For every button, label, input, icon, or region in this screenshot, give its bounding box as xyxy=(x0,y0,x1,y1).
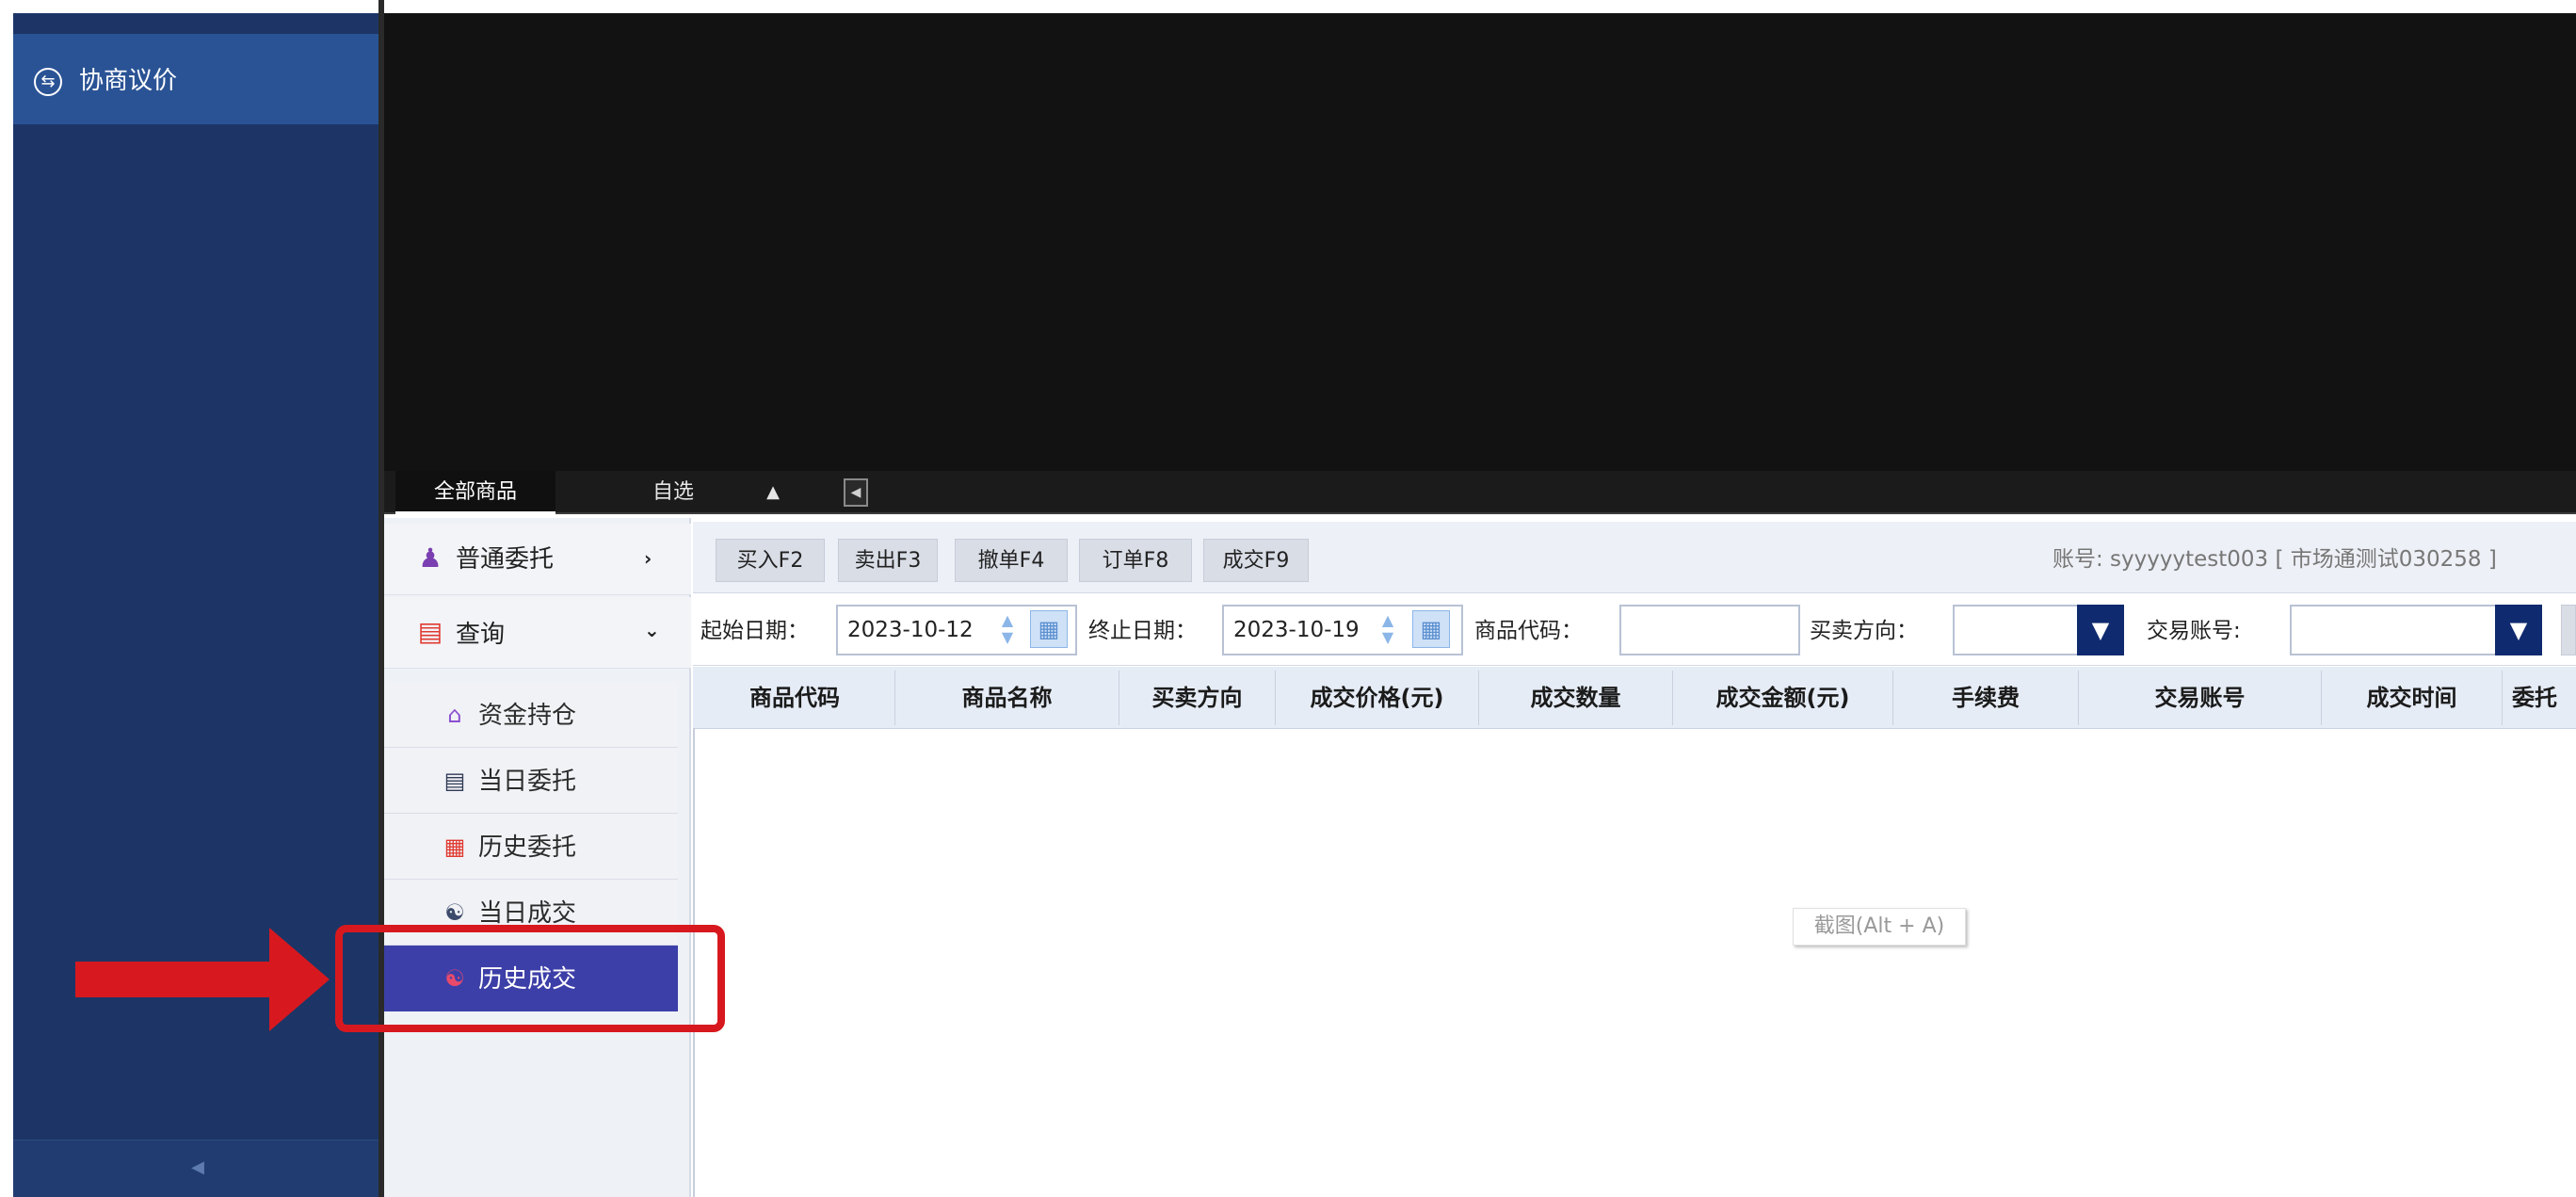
trade-account-select[interactable] xyxy=(2290,605,2499,655)
end-date-label: 终止日期： xyxy=(1088,619,1197,643)
spinner-icon[interactable]: ▲ ▼ xyxy=(1377,612,1399,646)
menu-item-label: 当日委托 xyxy=(478,768,577,796)
dropdown-arrow-icon[interactable]: ▼ xyxy=(2495,605,2542,655)
column-header[interactable]: 委托 xyxy=(2503,667,2576,729)
chevron-left-icon[interactable]: ◀ xyxy=(188,1157,207,1179)
trade-account-label: 交易账号: xyxy=(2147,619,2241,643)
spinner-icon[interactable]: ▲ ▼ xyxy=(996,612,1019,646)
deals-button[interactable]: 成交F9 xyxy=(1203,539,1309,582)
arrow-left-icon[interactable]: ◀ xyxy=(844,478,868,507)
document-icon: ▤ xyxy=(443,768,466,794)
menu-item-funds-position[interactable]: ⌂ 资金持仓 xyxy=(384,682,678,748)
quote-chart-area[interactable] xyxy=(384,13,2576,471)
product-code-input[interactable] xyxy=(1619,605,1800,655)
menu-item-label: 资金持仓 xyxy=(478,702,577,730)
nav-item-negotiation[interactable] xyxy=(13,34,378,124)
sell-button[interactable]: 卖出F3 xyxy=(838,539,938,582)
exchange-icon: ⇆ xyxy=(34,68,62,96)
menu-item-history-orders[interactable]: ▦ 历史委托 xyxy=(384,814,678,880)
column-header[interactable]: 商品代码 xyxy=(695,667,894,729)
column-header[interactable]: 成交数量 xyxy=(1479,667,1672,729)
column-header[interactable]: 交易账号 xyxy=(2079,667,2321,729)
direction-select[interactable] xyxy=(1953,605,2081,655)
calendar-icon[interactable]: ▦ xyxy=(1412,610,1450,648)
buy-button[interactable]: 买入F2 xyxy=(716,539,825,582)
direction-label: 买卖方向： xyxy=(1810,619,1918,643)
annotation-arrow-head xyxy=(269,928,330,1031)
chevron-down-icon: ⌄ xyxy=(644,619,660,641)
start-date-label: 起始日期： xyxy=(700,619,809,643)
screenshot-tooltip: 截图(Alt + A) xyxy=(1793,908,1966,946)
menu-group-query[interactable]: ▤ 查询 ⌄ xyxy=(384,597,691,669)
house-icon: ⌂ xyxy=(447,702,462,728)
deals-table-body[interactable] xyxy=(693,729,2576,1197)
nav-item-label: 协商议价 xyxy=(79,67,178,95)
menu-group-normal-order[interactable]: ♟ 普通委托 › xyxy=(384,524,691,595)
account-info: 账号: syyyyytest003 [ 市场通测试030258 ] xyxy=(2053,547,2497,572)
column-header[interactable]: 成交时间 xyxy=(2322,667,2502,729)
tab-all-products[interactable]: 全部商品 xyxy=(395,471,555,514)
menu-item-today-orders[interactable]: ▤ 当日委托 xyxy=(384,748,678,814)
top-margin xyxy=(0,0,2576,13)
column-header[interactable]: 买卖方向 xyxy=(1119,667,1275,729)
dropdown-arrow-icon[interactable]: ▼ xyxy=(2077,605,2124,655)
annotation-highlight-box xyxy=(335,925,725,1032)
tab-favorites[interactable]: 自选 xyxy=(621,471,725,514)
query-button[interactable] xyxy=(2561,605,2576,655)
calendar-icon[interactable]: ▦ xyxy=(1030,610,1068,648)
cancel-order-button[interactable]: 撤单F4 xyxy=(955,539,1068,582)
orders-button[interactable]: 订单F8 xyxy=(1079,539,1192,582)
column-header[interactable]: 成交金额(元) xyxy=(1673,667,1892,729)
handshake-icon: ☯ xyxy=(444,899,465,926)
menu-item-label: 历史委托 xyxy=(478,833,577,862)
triangle-up-icon[interactable]: ▲ xyxy=(759,478,787,507)
chevron-right-icon: › xyxy=(644,547,652,570)
column-header[interactable]: 手续费 xyxy=(1893,667,2078,729)
query-icon: ▤ xyxy=(417,616,443,647)
product-code-label: 商品代码： xyxy=(1474,619,1583,643)
menu-group-label: 普通委托 xyxy=(456,545,555,574)
annotation-arrow xyxy=(75,962,273,997)
calendar-doc-icon: ▦ xyxy=(443,833,466,860)
menu-group-label: 查询 xyxy=(456,621,506,649)
user-icon: ♟ xyxy=(418,542,443,574)
column-header[interactable]: 成交价格(元) xyxy=(1276,667,1478,729)
column-header[interactable]: 商品名称 xyxy=(895,667,1119,729)
